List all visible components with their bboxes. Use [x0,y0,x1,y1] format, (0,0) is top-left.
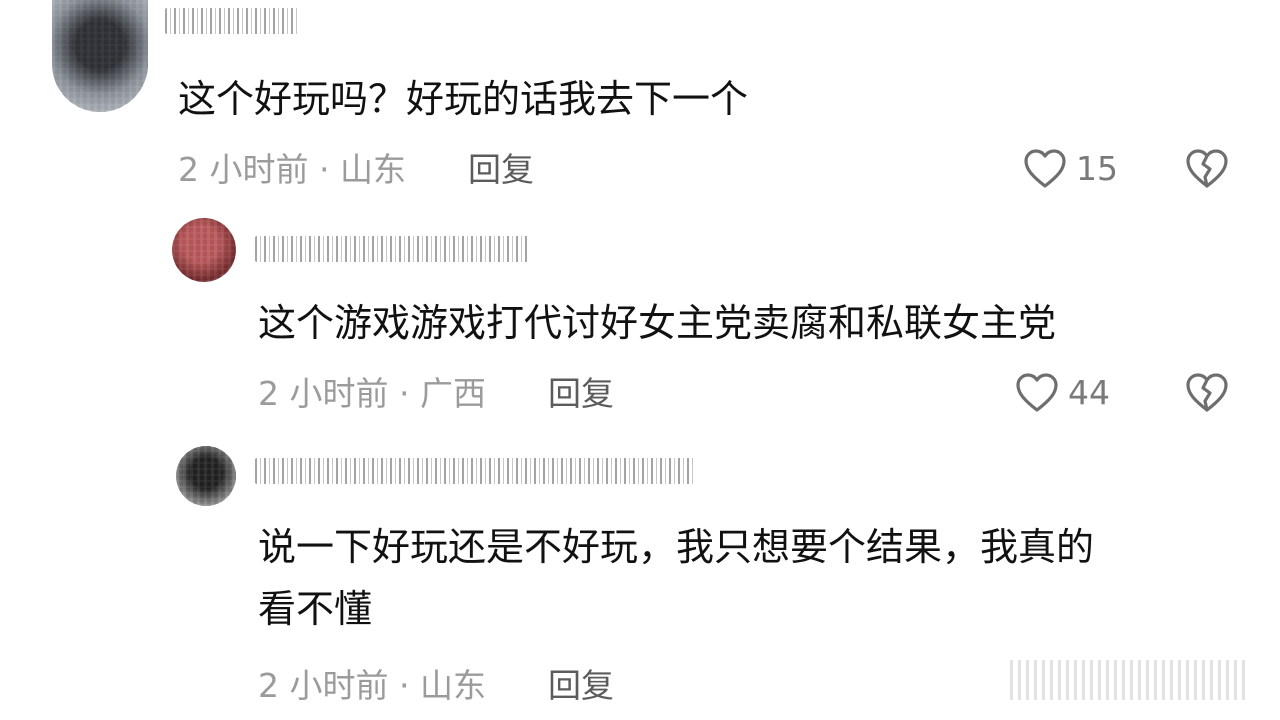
dislike-button[interactable] [1184,148,1230,194]
comment-text: 这个游戏游戏打代讨好女主党卖腐和私联女主党 [258,301,1057,345]
avatar[interactable] [172,218,236,282]
reply-button[interactable]: 回复 [468,150,534,190]
username-blurred[interactable] [255,458,695,484]
comment-time-location: 2 小时前 · 山东 [258,666,486,705]
avatar[interactable] [176,446,236,506]
comment-thread: 这个好玩吗？好玩的话我去下一个 2 小时前 · 山东 回复 15 这个游戏游戏打… [0,0,1280,720]
like-count: 44 [1068,373,1110,412]
broken-heart-icon [1186,373,1228,412]
like-count: 15 [1076,149,1118,188]
heart-outline-icon [1024,149,1066,188]
heart-outline-icon [1016,373,1058,412]
comment-time-location: 2 小时前 · 广西 [258,374,486,413]
like-button[interactable]: 44 [1014,372,1110,414]
broken-heart-icon [1186,149,1228,188]
reply-button[interactable]: 回复 [548,666,614,706]
avatar[interactable] [52,0,148,112]
like-button[interactable]: 15 [1022,148,1118,190]
watermark [1010,660,1250,700]
comment-time-location: 2 小时前 · 山东 [178,150,406,189]
username-blurred[interactable] [165,8,300,34]
dislike-button[interactable] [1184,372,1230,418]
comment-text: 这个好玩吗？好玩的话我去下一个 [178,77,749,121]
reply-button[interactable]: 回复 [548,374,614,414]
username-blurred[interactable] [255,236,530,262]
comment-text: 说一下好玩还是不好玩，我只想要个结果，我真的 看不懂 [258,525,1095,631]
